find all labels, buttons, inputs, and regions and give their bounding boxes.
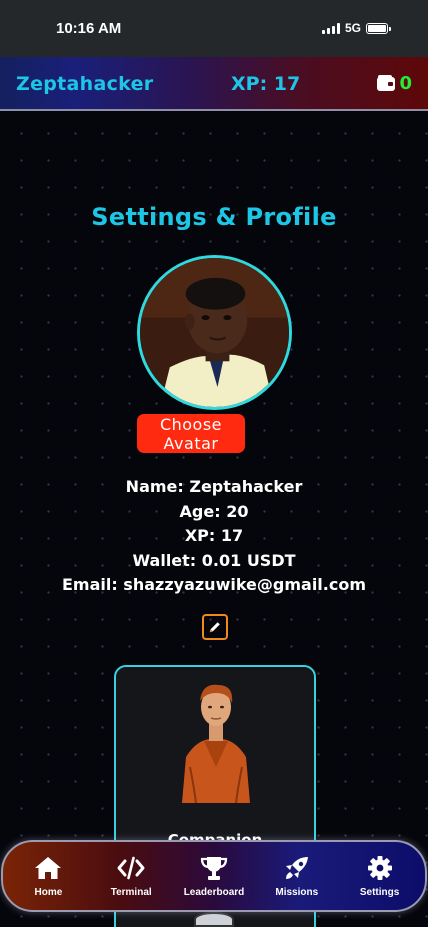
wallet-icon	[377, 74, 396, 91]
profile-info: Name: Zeptahacker Age: 20 XP: 17 Wallet:…	[0, 475, 428, 598]
profile-wallet: Wallet: 0.01 USDT	[132, 550, 296, 570]
xp-counter: XP: 17	[231, 73, 301, 95]
nav-terminal-label: Terminal	[110, 886, 152, 898]
wallet-indicator[interactable]: 0	[377, 73, 412, 94]
avatar-photo	[140, 258, 289, 407]
status-bar: 10:16 AM 5G	[0, 0, 428, 57]
companion-image	[182, 684, 250, 803]
trophy-icon	[200, 856, 228, 880]
nav-leaderboard-label: Leaderboard	[183, 886, 245, 898]
signal-icon	[321, 22, 340, 34]
profile-age: Age: 20	[179, 501, 249, 521]
app-header: Zeptahacker XP: 17 0	[0, 57, 428, 111]
avatar	[137, 255, 292, 410]
pencil-icon	[209, 622, 220, 633]
profile-email: Email: shazzyazuwike@gmail.com	[61, 575, 367, 594]
edit-profile-button[interactable]	[202, 614, 228, 640]
nav-home[interactable]: Home	[11, 855, 85, 898]
battery-icon	[366, 22, 391, 34]
nav-missions[interactable]: Missions	[260, 855, 334, 898]
nav-settings-label: Settings	[359, 886, 400, 898]
profile-xp: XP: 17	[184, 526, 244, 545]
nav-terminal[interactable]: Terminal	[94, 855, 168, 898]
rocket-icon	[285, 856, 308, 879]
nav-home-label: Home	[34, 886, 63, 898]
status-indicators: 5G	[321, 21, 391, 35]
page-title: Settings & Profile	[91, 203, 337, 231]
bottom-nav: Home Terminal Leaderboard Missions Setti…	[1, 840, 427, 912]
wallet-count: 0	[399, 73, 412, 94]
status-time: 10:16 AM	[56, 20, 122, 37]
companion-peek-icon	[194, 912, 234, 927]
home-icon	[35, 856, 62, 879]
nav-missions-label: Missions	[275, 886, 319, 898]
code-icon	[117, 856, 145, 879]
profile-name: Name: Zeptahacker	[125, 477, 303, 496]
network-type: 5G	[344, 21, 361, 35]
brand-username[interactable]: Zeptahacker	[16, 73, 153, 95]
gear-icon	[367, 855, 392, 880]
choose-avatar-button[interactable]: Choose Avatar	[137, 414, 245, 453]
nav-leaderboard[interactable]: Leaderboard	[177, 855, 251, 898]
nav-settings[interactable]: Settings	[343, 855, 417, 898]
